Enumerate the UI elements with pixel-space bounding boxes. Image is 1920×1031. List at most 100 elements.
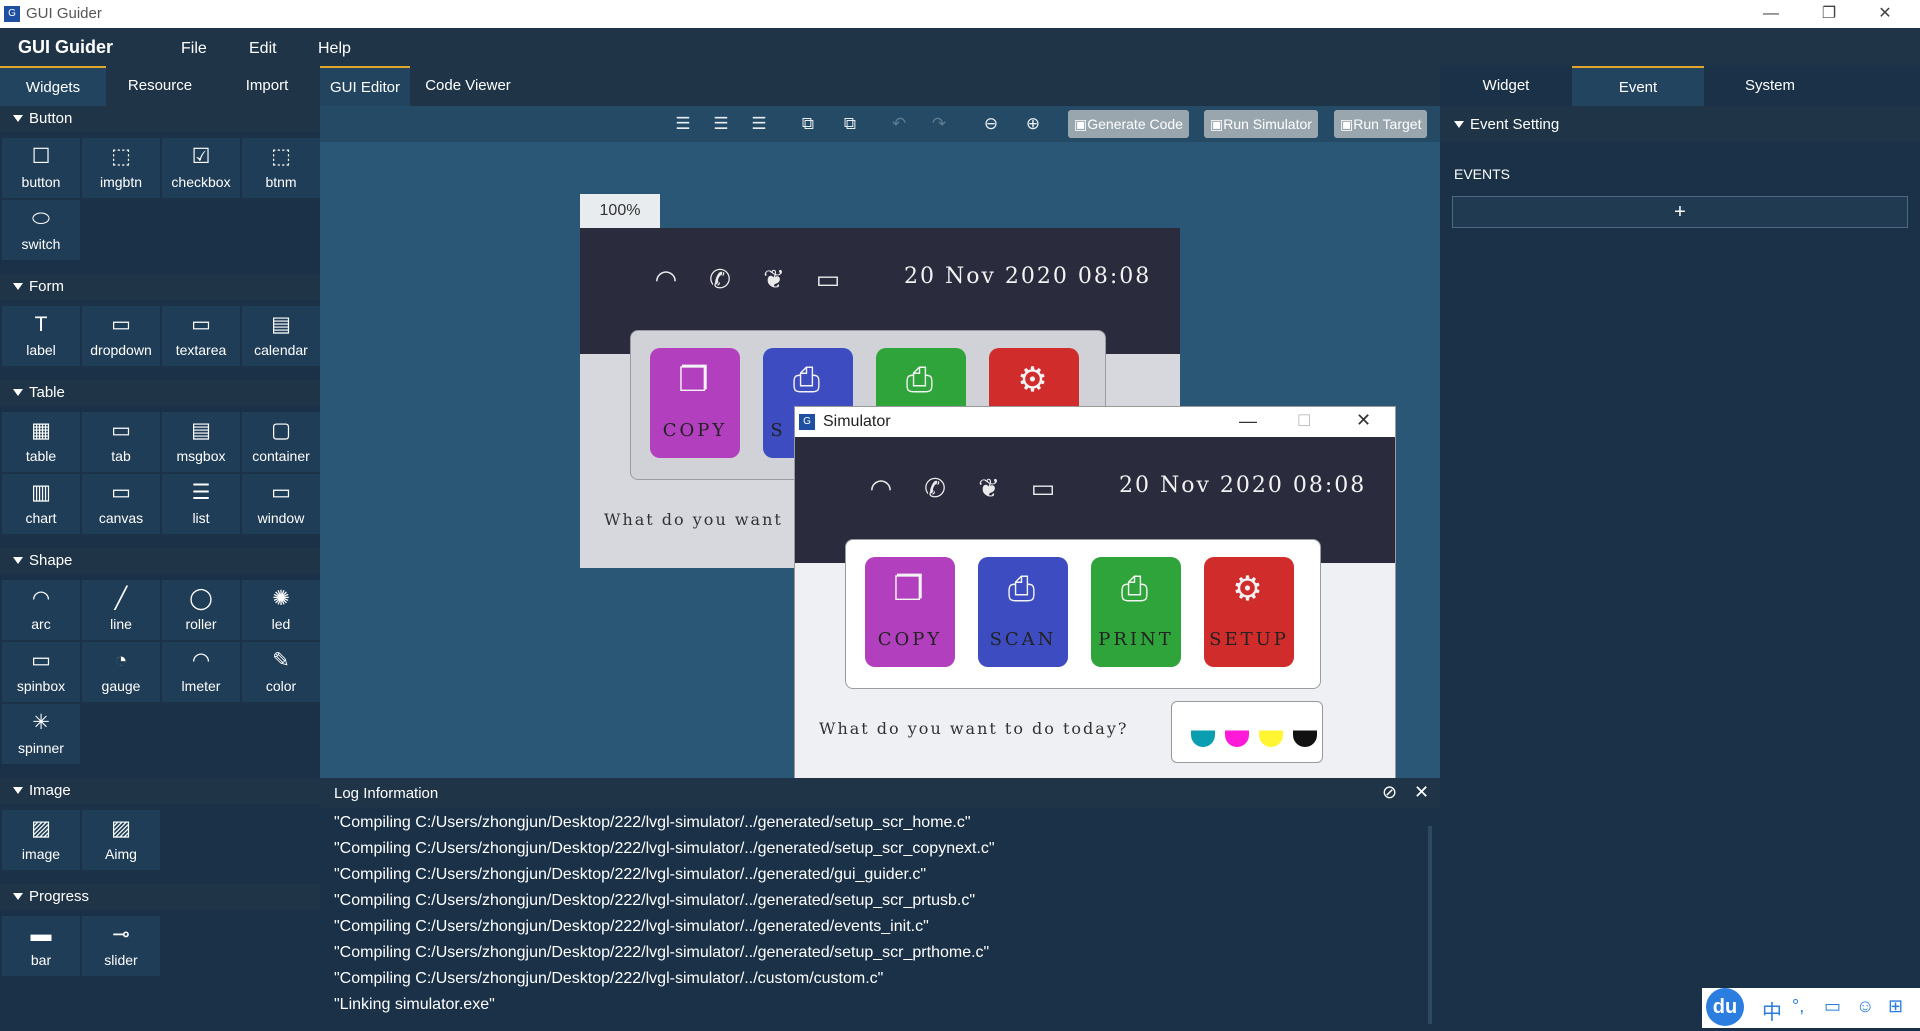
widget-gauge[interactable]: ◔ gauge [82,642,160,702]
widget-tab[interactable]: ▭ tab [82,412,160,472]
section-header-table[interactable]: Table [0,380,320,406]
widget-window[interactable]: ▭ window [242,474,320,534]
roller-icon: ◯ [189,587,213,610]
close-button[interactable]: ✕ [1862,0,1908,28]
event-setting-header[interactable]: Event Setting [1440,106,1920,142]
widget-calendar[interactable]: ▤ calendar [242,306,320,366]
widget-color[interactable]: ✎ color [242,642,320,702]
widget-line[interactable]: ╱ line [82,580,160,640]
gear-icon: ⚙ [1017,360,1051,400]
ime-logo[interactable]: du [1706,988,1744,1026]
sim-print-tile[interactable]: ⎙ PRINT [1091,557,1181,667]
run-simulator-button[interactable]: ▣Run Simulator [1204,110,1318,138]
sim-setup-tile[interactable]: ⚙ SETUP [1204,557,1294,667]
ime-keyboard-icon[interactable]: ▭ [1824,996,1841,1017]
simulator-maximize-button[interactable]: ☐ [1297,411,1311,431]
widget-roller[interactable]: ◯ roller [162,580,240,640]
simulator-close-button[interactable]: ✕ [1356,410,1371,431]
widget-lmeter[interactable]: ◠ lmeter [162,642,240,702]
menu-help[interactable]: Help [318,40,351,58]
widget-chart[interactable]: ▥ chart [2,474,80,534]
gear-icon: ⚙ [1232,569,1266,609]
tab-event[interactable]: Event [1572,66,1704,108]
simulator-window[interactable]: G Simulator — ☐ ✕ ◠ ✆ ❦ ▭ 20 Nov 2020 08… [794,406,1396,780]
close-log-icon[interactable]: ✕ [1414,782,1429,803]
tab-import[interactable]: Import [214,66,320,106]
section-header-shape[interactable]: Shape [0,548,320,574]
app-logo-icon: G [4,6,20,22]
widget-led[interactable]: ✺ led [242,580,320,640]
widget-dropdown[interactable]: ▭ dropdown [82,306,160,366]
widget-btnm[interactable]: ⬚ btnm [242,138,320,198]
menu-file[interactable]: File [181,40,207,58]
widget-button[interactable]: ☐ button [2,138,80,198]
widget-spinbox[interactable]: ▭ spinbox [2,642,80,702]
tab-code-viewer[interactable]: Code Viewer [410,66,526,106]
widget-switch[interactable]: ⬭ switch [2,200,80,260]
minimize-button[interactable]: — [1748,0,1794,28]
log-header: Log Information ⊘ ✕ [320,778,1440,808]
tab-widget[interactable]: Widget [1440,66,1572,106]
section-header-progress[interactable]: Progress [0,884,320,910]
align-center-icon[interactable]: ☰ [710,114,732,134]
align-left-icon[interactable]: ☰ [672,114,694,134]
menu-edit[interactable]: Edit [249,40,277,58]
widget-table[interactable]: ▦ table [2,412,80,472]
simulator-minimize-button[interactable]: — [1239,411,1257,432]
widget-label: chart [25,510,57,526]
spinbox-icon: ▭ [31,649,51,672]
generate-code-button[interactable]: ▣Generate Code [1068,110,1189,138]
redo-icon[interactable]: ↷ [928,114,950,134]
tab-widgets[interactable]: Widgets [0,66,106,108]
widget-list[interactable]: ☰ list [162,474,240,534]
add-event-button[interactable]: + [1452,196,1908,228]
widget-image[interactable]: ▨ image [2,810,80,870]
ime-user-icon[interactable]: ☺ [1856,996,1874,1017]
undo-icon[interactable]: ↶ [888,114,910,134]
container-icon: ▢ [271,419,291,442]
send-back-icon[interactable]: ⧉ [839,114,861,134]
align-right-icon[interactable]: ☰ [748,114,770,134]
image-icon: ▨ [31,817,51,840]
label-icon: T [34,313,48,336]
run-target-button[interactable]: ▣Run Target [1334,110,1428,138]
widget-container[interactable]: ▢ container [242,412,320,472]
simulator-titlebar: G Simulator — ☐ ✕ [795,407,1395,437]
widget-msgbox[interactable]: ▤ msgbox [162,412,240,472]
clear-log-icon[interactable]: ⊘ [1382,782,1397,803]
widget-canvas[interactable]: ▭ canvas [82,474,160,534]
section-header-button[interactable]: Button [0,106,320,132]
ime-punct-icon[interactable]: °, [1792,996,1804,1017]
widget-imgbtn[interactable]: ⬚ imgbtn [82,138,160,198]
ime-grid-icon[interactable]: ⊞ [1888,996,1903,1017]
widget-label[interactable]: Tlabel [2,306,80,366]
design-copy-tile[interactable]: ❐ COPY [650,348,740,458]
widget-textarea[interactable]: ▭ textarea [162,306,240,366]
widget-aimg[interactable]: ▨ Aimg [82,810,160,870]
ime-lang-toggle[interactable]: 中 [1762,996,1782,1025]
bring-front-icon[interactable]: ⧉ [797,114,819,134]
log-scrollbar[interactable] [1428,826,1432,1024]
window-icon: ▭ [271,481,291,504]
widget-slider[interactable]: ⊸ slider [82,916,160,976]
zoom-out-icon[interactable]: ⊖ [980,114,1002,134]
menubar: GUI Guider File Edit Help [0,28,1920,66]
widget-bar[interactable]: ▬ bar [2,916,80,976]
window-title: GUI Guider [26,5,102,22]
widget-checkbox[interactable]: ☑ checkbox [162,138,240,198]
tab-system[interactable]: System [1704,66,1836,106]
section-header-image[interactable]: Image [0,778,320,804]
tab-resource[interactable]: Resource [106,66,214,106]
widget-arc[interactable]: ◠ arc [2,580,80,640]
event-setting-label: Event Setting [1470,116,1560,133]
spinner-icon: ✳ [32,711,50,734]
log-line: "Compiling C:/Users/zhongjun/Desktop/222… [334,970,884,987]
section-header-form[interactable]: Form [0,274,320,300]
zoom-in-icon[interactable]: ⊕ [1022,114,1044,134]
widget-label: textarea [175,342,227,358]
sim-copy-tile[interactable]: ❐ COPY [865,557,955,667]
sim-scan-tile[interactable]: ⎙ SCAN [978,557,1068,667]
restore-button[interactable]: ❐ [1806,0,1852,28]
tab-gui-editor[interactable]: GUI Editor [320,66,410,108]
widget-spinner[interactable]: ✳ spinner [2,704,80,764]
